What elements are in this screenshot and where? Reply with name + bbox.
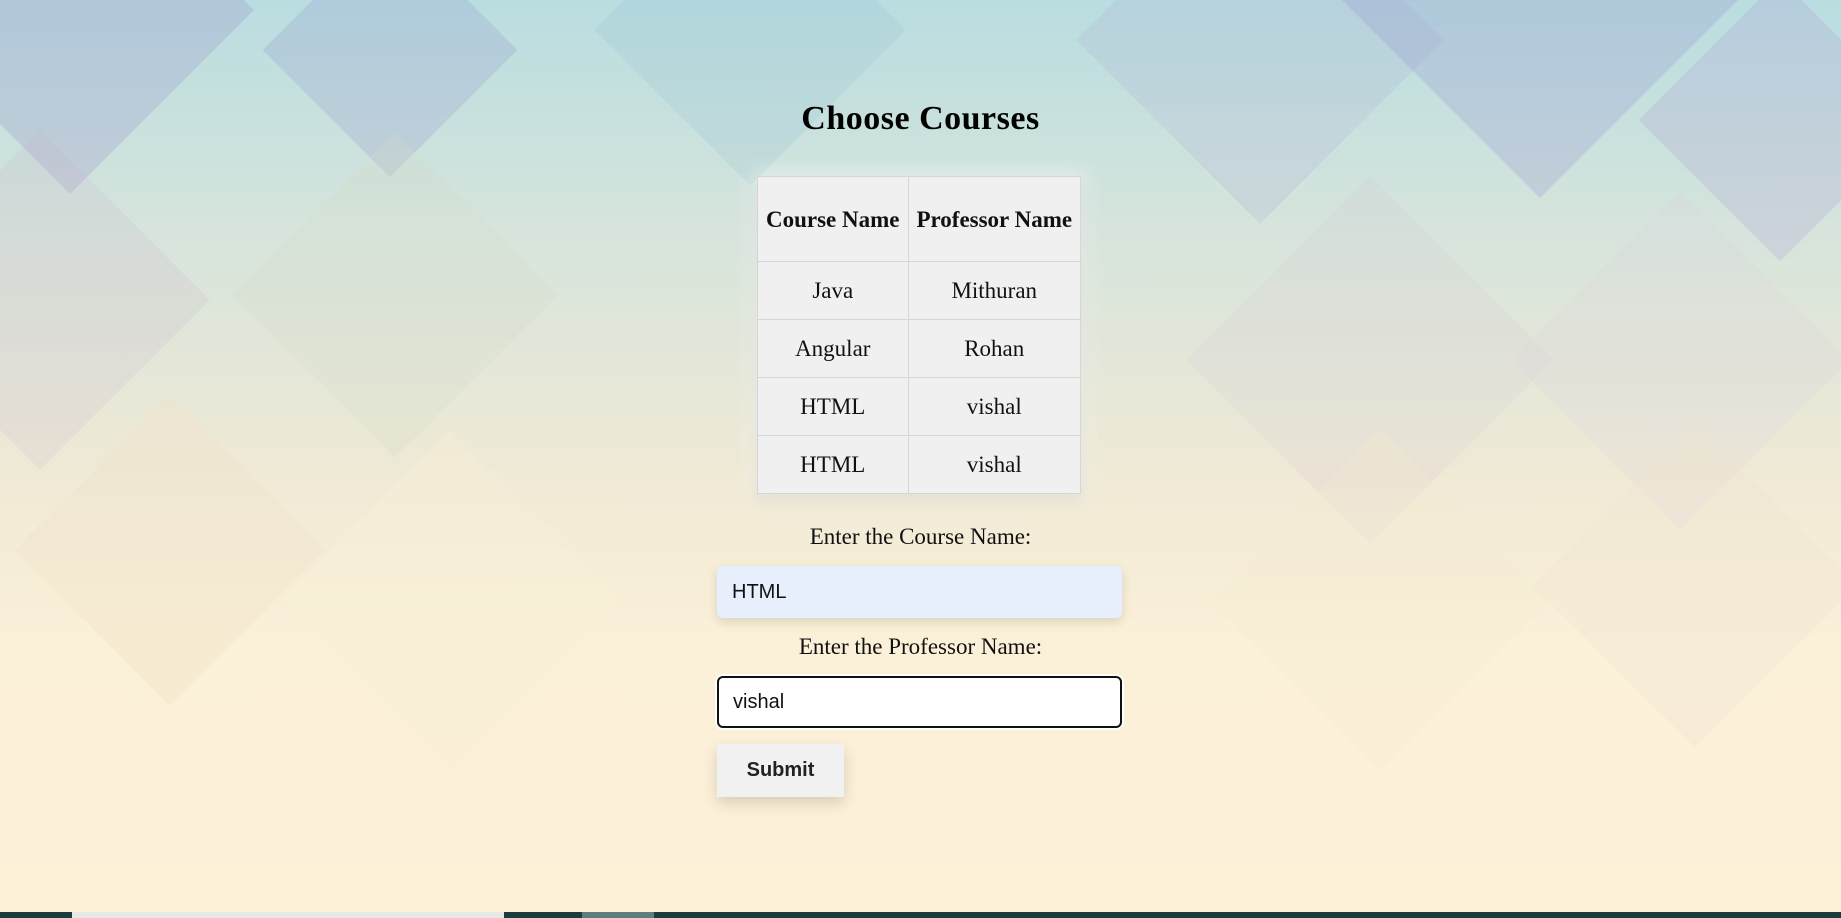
professor-name-input[interactable] [717,676,1122,728]
table-row: HTML vishal [757,435,1082,494]
table-row: Angular Rohan [757,319,1082,378]
course-selection-page: Choose Courses Course Name Professor Nam… [0,0,1841,912]
professor-name-cell: vishal [907,435,1082,494]
courses-table: Course Name Professor Name Java Mithuran… [757,176,1082,494]
table-row: HTML vishal [757,377,1082,436]
course-name-cell: HTML [757,377,909,436]
taskbar-item[interactable] [72,912,504,918]
course-name-cell: HTML [757,435,909,494]
professor-name-cell: Rohan [907,319,1082,378]
professor-name-cell: vishal [907,377,1082,436]
course-name-input[interactable] [717,566,1122,618]
course-name-label: Enter the Course Name: [809,524,1032,549]
table-row: Java Mithuran [757,261,1082,320]
professor-name-cell: Mithuran [907,261,1082,320]
column-header-professor-name: Professor Name [907,176,1082,262]
professor-name-label: Enter the Professor Name: [798,634,1043,659]
taskbar [0,912,1841,918]
table-header-row: Course Name Professor Name [757,176,1082,262]
taskbar-item[interactable] [582,912,654,918]
course-name-cell: Angular [757,319,909,378]
submit-button[interactable]: Submit [717,744,844,797]
page-title: Choose Courses [801,100,1040,137]
course-name-cell: Java [757,261,909,320]
column-header-course-name: Course Name [757,176,909,262]
